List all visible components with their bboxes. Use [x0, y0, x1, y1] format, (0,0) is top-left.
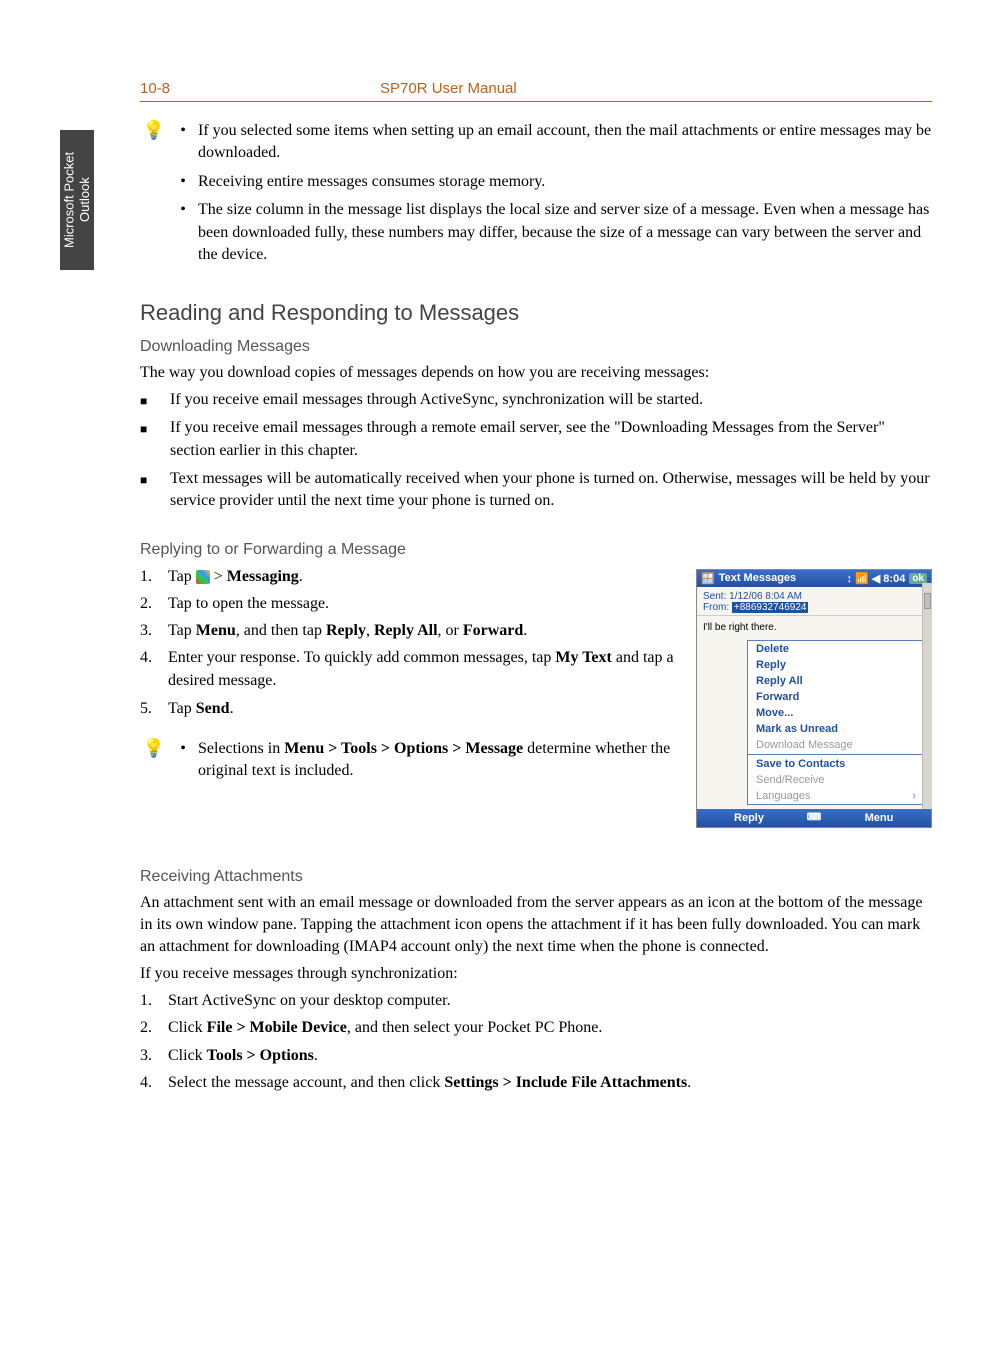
tip-text: The size column in the message list disp… [198, 199, 932, 266]
step-item: 5. Tap Send. [140, 697, 676, 720]
lightbulb-icon: 💡 [140, 120, 168, 272]
ui-label: Reply All [374, 622, 438, 639]
step-text: , and then select your Pocket PC Phone. [347, 1019, 603, 1036]
step-item: 2. Click File > Mobile Device, and then … [140, 1016, 932, 1039]
step-text: Tap [168, 622, 196, 639]
step-text: Start ActiveSync on your desktop compute… [168, 989, 451, 1012]
softkey-menu[interactable]: Menu [827, 809, 931, 827]
ui-label: Messaging [227, 568, 299, 585]
softkey-bar: Reply ⌨ Menu [697, 809, 931, 827]
menu-item-send-receive: Send/Receive [748, 772, 924, 788]
menu-item-reply-all[interactable]: Reply All [748, 673, 924, 689]
list-item: ■Text messages will be automatically rec… [140, 468, 932, 513]
start-icon[interactable]: 🪟 [701, 572, 715, 585]
step-item: 3. Click Tools > Options. [140, 1044, 932, 1067]
bullet-text: If you receive email messages through Ac… [170, 389, 703, 411]
step-text: . [687, 1074, 691, 1091]
tip-text: Receiving entire messages consumes stora… [198, 171, 545, 193]
page-header: 10-8 SP70R User Manual [140, 80, 932, 102]
sent-value: 1/12/06 8:04 AM [729, 591, 802, 602]
step-text: Tap [168, 568, 196, 585]
subsection-heading: Receiving Attachments [140, 868, 932, 886]
section-heading: Reading and Responding to Messages [140, 300, 932, 326]
step-item: 4. Select the message account, and then … [140, 1071, 932, 1094]
menu-item-forward[interactable]: Forward [748, 689, 924, 705]
list-item: •The size column in the message list dis… [168, 199, 932, 266]
step-text: Tap to open the message. [168, 592, 329, 615]
ui-label: Settings > Include File Attachments [444, 1074, 687, 1091]
start-icon [196, 570, 210, 584]
page-number: 10-8 [140, 80, 380, 97]
step-text: . [314, 1047, 318, 1064]
step-item: 3. Tap Menu, and then tap Reply, Reply A… [140, 619, 676, 642]
subsection-heading: Downloading Messages [140, 338, 932, 356]
body-text: The way you download copies of messages … [140, 362, 932, 384]
context-menu: Delete Reply Reply All Forward Move... M… [747, 640, 925, 805]
step-text: , [366, 622, 374, 639]
window-titlebar: 🪟 Text Messages ↕ 📶 ◀ 8:04 ok [697, 570, 931, 587]
step-text: Select the message account, and then cli… [168, 1074, 444, 1091]
step-item: 2.Tap to open the message. [140, 592, 676, 615]
device-screenshot: 🪟 Text Messages ↕ 📶 ◀ 8:04 ok Sent: 1/12… [696, 565, 932, 828]
window-title: Text Messages [719, 572, 796, 584]
list-item: ■If you receive email messages through A… [140, 389, 932, 411]
scrollbar-thumb[interactable] [924, 593, 931, 609]
bullet-text: Text messages will be automatically rece… [170, 468, 932, 513]
status-icons: ↕ 📶 ◀ 8:04 [846, 572, 905, 585]
step-text: Click [168, 1019, 207, 1036]
ui-label: Menu [196, 622, 236, 639]
step-text: Tap [168, 700, 196, 717]
menu-item-languages[interactable]: Languages [748, 788, 924, 804]
lightbulb-icon: 💡 [140, 738, 168, 789]
step-text: > [214, 568, 227, 585]
menu-item-mark-unread[interactable]: Mark as Unread [748, 721, 924, 737]
menu-item-delete[interactable]: Delete [748, 641, 924, 657]
ui-label: Reply [326, 622, 366, 639]
step-text: . [523, 622, 527, 639]
step-text: . [230, 700, 234, 717]
from-value[interactable]: +886932746924 [732, 602, 809, 613]
sent-label: Sent: [703, 591, 726, 602]
step-text: . [299, 568, 303, 585]
list-item: • Selections in Menu > Tools > Options >… [168, 738, 676, 783]
menu-item-reply[interactable]: Reply [748, 657, 924, 673]
body-text: If you receive messages through synchron… [140, 963, 932, 985]
ui-label: Forward [463, 622, 523, 639]
subsection-heading: Replying to or Forwarding a Message [140, 541, 932, 559]
section-tab: Microsoft Pocket Outlook [60, 130, 94, 270]
tip-text: Selections in [198, 740, 284, 757]
step-text: , or [438, 622, 463, 639]
step-item: 1. Tap > Messaging. [140, 565, 676, 588]
from-label: From: [703, 602, 729, 613]
list-item: ■If you receive email messages through a… [140, 417, 932, 462]
ui-label: Tools > Options [207, 1047, 314, 1064]
keyboard-icon[interactable]: ⌨ [801, 809, 827, 827]
ui-label: My Text [555, 649, 611, 666]
scrollbar[interactable] [922, 583, 932, 809]
message-metadata: Sent: 1/12/06 8:04 AM From: +88693274692… [697, 587, 931, 616]
step-text: Enter your response. To quickly add comm… [168, 649, 555, 666]
ui-label: Menu > Tools > Options > Message [284, 740, 523, 757]
list-item: •If you selected some items when setting… [168, 120, 932, 165]
menu-item-download: Download Message [748, 737, 924, 753]
message-body: I'll be right there. [697, 616, 931, 640]
bullet-text: If you receive email messages through a … [170, 417, 932, 462]
list-item: •Receiving entire messages consumes stor… [168, 171, 932, 193]
softkey-reply[interactable]: Reply [697, 809, 801, 827]
tip-block: 💡 •If you selected some items when setti… [140, 120, 932, 272]
menu-item-move[interactable]: Move... [748, 705, 924, 721]
step-text: , and then tap [236, 622, 326, 639]
ui-label: File > Mobile Device [207, 1019, 347, 1036]
tip-text: If you selected some items when setting … [198, 120, 932, 165]
body-text: An attachment sent with an email message… [140, 892, 932, 959]
ui-label: Send [196, 700, 230, 717]
step-text: Click [168, 1047, 207, 1064]
menu-item-save-contacts[interactable]: Save to Contacts [748, 756, 924, 772]
step-item: 1.Start ActiveSync on your desktop compu… [140, 989, 932, 1012]
step-item: 4. Enter your response. To quickly add c… [140, 646, 676, 692]
doc-title: SP70R User Manual [380, 80, 517, 97]
